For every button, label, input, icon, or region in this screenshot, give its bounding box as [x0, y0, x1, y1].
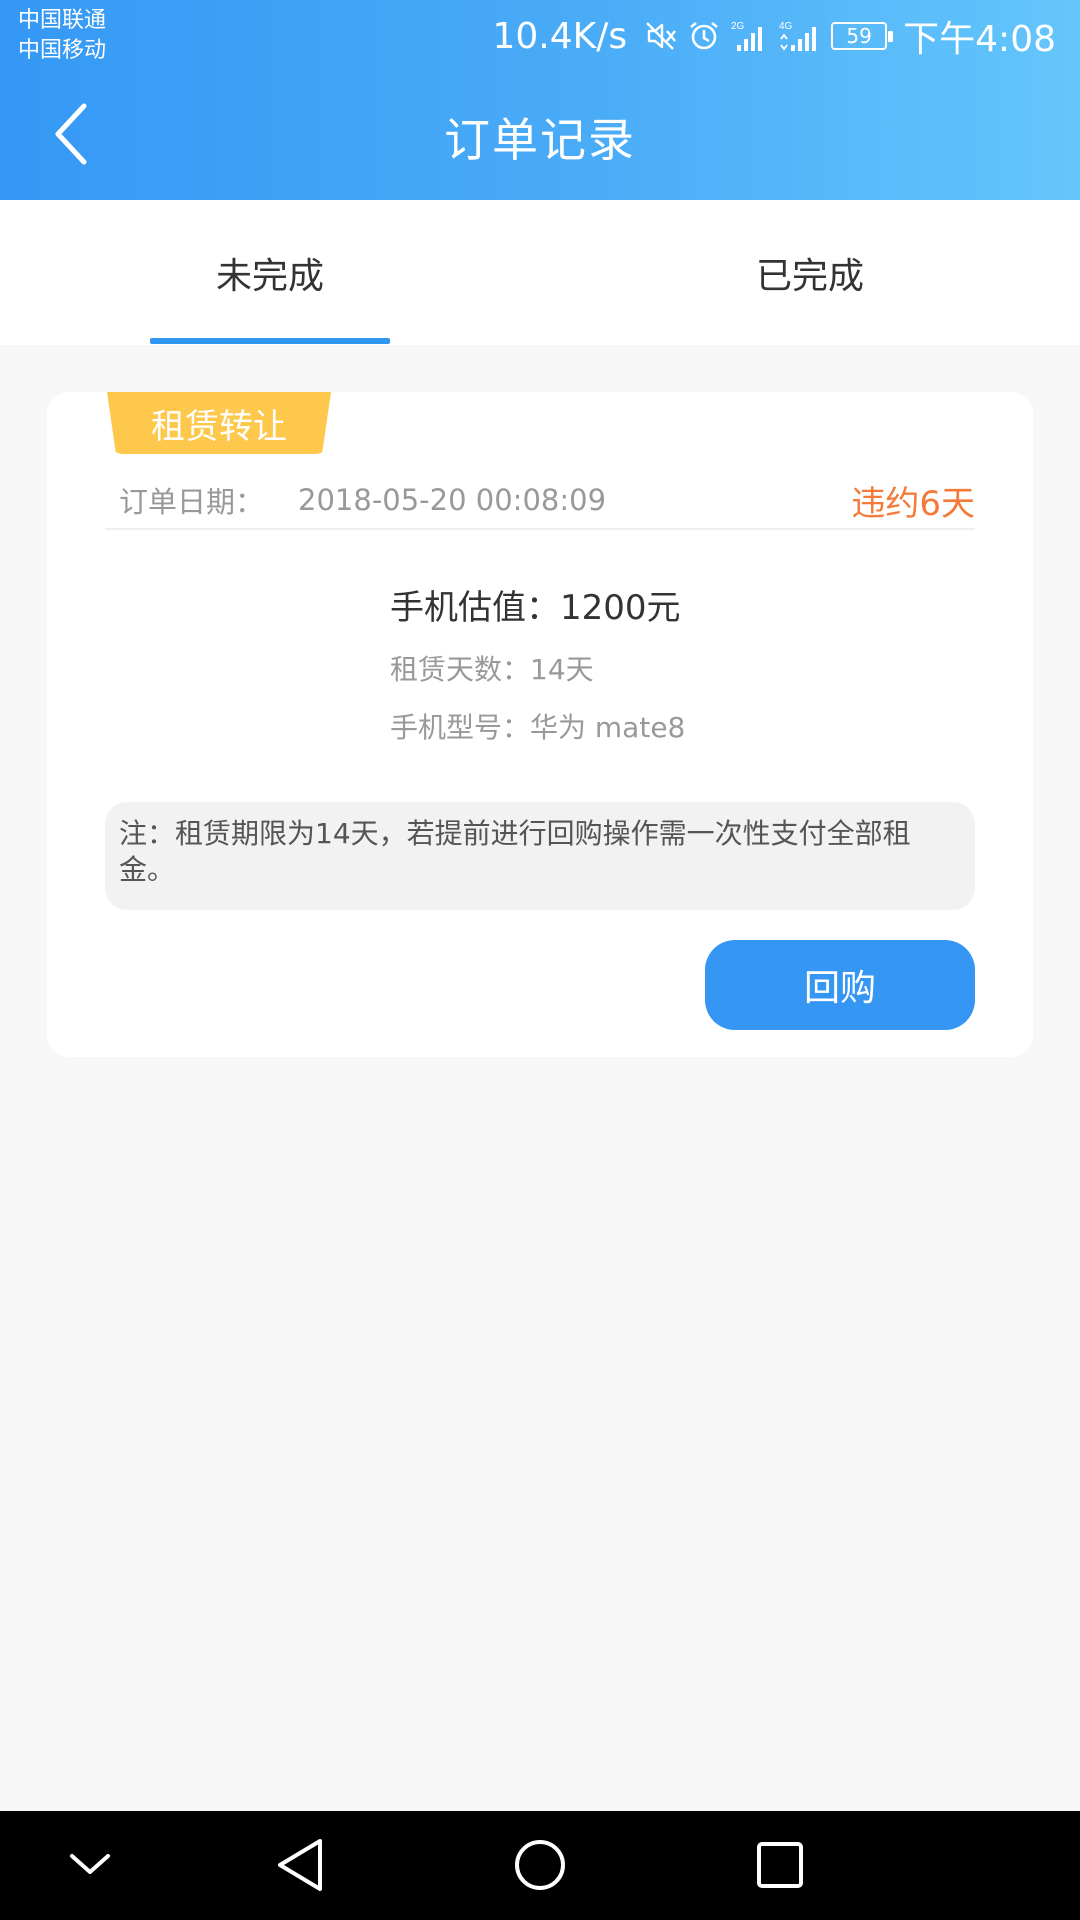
- nav-home-button[interactable]: [508, 1833, 572, 1897]
- order-date-row: 订单日期： 2018-05-20 00:08:09 违约6天: [105, 472, 975, 528]
- phone-valuation: 手机估值：1200元: [390, 588, 681, 628]
- carrier-2: 中国移动: [18, 38, 107, 63]
- order-info: 手机估值：1200元 租赁天数：14天 手机型号：华为 mate8: [390, 582, 685, 750]
- alarm-icon: [687, 19, 721, 53]
- active-tab-indicator: [150, 338, 390, 344]
- signal-2g-icon: 2G: [731, 19, 769, 53]
- nav-back-button[interactable]: [268, 1833, 332, 1897]
- tab-completed[interactable]: 已完成: [540, 200, 1080, 345]
- page-title: 订单记录: [444, 113, 636, 167]
- overdue-status: 违约6天: [851, 483, 975, 524]
- signal-4g-label: 4G: [779, 21, 793, 32]
- nav-hide-button[interactable]: [58, 1833, 122, 1897]
- mute-icon: [643, 19, 677, 53]
- phone-model: 手机型号：华为 mate8: [390, 711, 686, 744]
- title-bar: 订单记录: [0, 72, 1080, 200]
- status-icons: 10.4K/s 2G 4G 59 下午4:08: [493, 10, 1057, 62]
- divider: [105, 528, 975, 530]
- chevron-down-icon: [70, 1854, 110, 1874]
- order-type-tag: 租赁转让: [107, 392, 331, 454]
- nav-recents-button[interactable]: [748, 1833, 812, 1897]
- square-recents-icon: [757, 1842, 803, 1888]
- battery-icon: 59: [831, 22, 894, 50]
- clock: 下午4:08: [903, 19, 1056, 60]
- triangle-back-icon: [278, 1839, 322, 1891]
- order-date-label: 订单日期：: [119, 485, 265, 519]
- order-card: 租赁转让 订单日期： 2018-05-20 00:08:09 违约6天 手机估值…: [47, 392, 1033, 1057]
- circle-home-icon: [515, 1840, 565, 1890]
- lease-note: 注：租赁期限为14天，若提前进行回购操作需一次性支付全部租金。: [105, 802, 975, 910]
- header: 中国联通 中国移动 10.4K/s 2G 4G 59 下午4:08 订单记录: [0, 0, 1080, 200]
- app-root: 中国联通 中国移动 10.4K/s 2G 4G 59 下午4:08 订单记录 未…: [0, 0, 1080, 1920]
- signal-2g-label: 2G: [731, 21, 745, 32]
- signal-4g-icon: 4G: [779, 19, 821, 53]
- lease-days: 租赁天数：14天: [390, 653, 594, 686]
- order-date: 2018-05-20 00:08:09: [298, 483, 607, 517]
- status-bar: 中国联通 中国移动 10.4K/s 2G 4G 59 下午4:08: [0, 0, 1080, 72]
- carriers: 中国联通 中国移动: [18, 6, 106, 66]
- tab-bar: 未完成 已完成: [0, 200, 1080, 345]
- buyback-button[interactable]: 回购: [705, 940, 975, 1030]
- tab-incomplete[interactable]: 未完成: [0, 200, 540, 345]
- system-nav-bar: [0, 1811, 1080, 1920]
- carrier-1: 中国联通: [18, 8, 107, 33]
- network-speed: 10.4K/s: [492, 15, 628, 57]
